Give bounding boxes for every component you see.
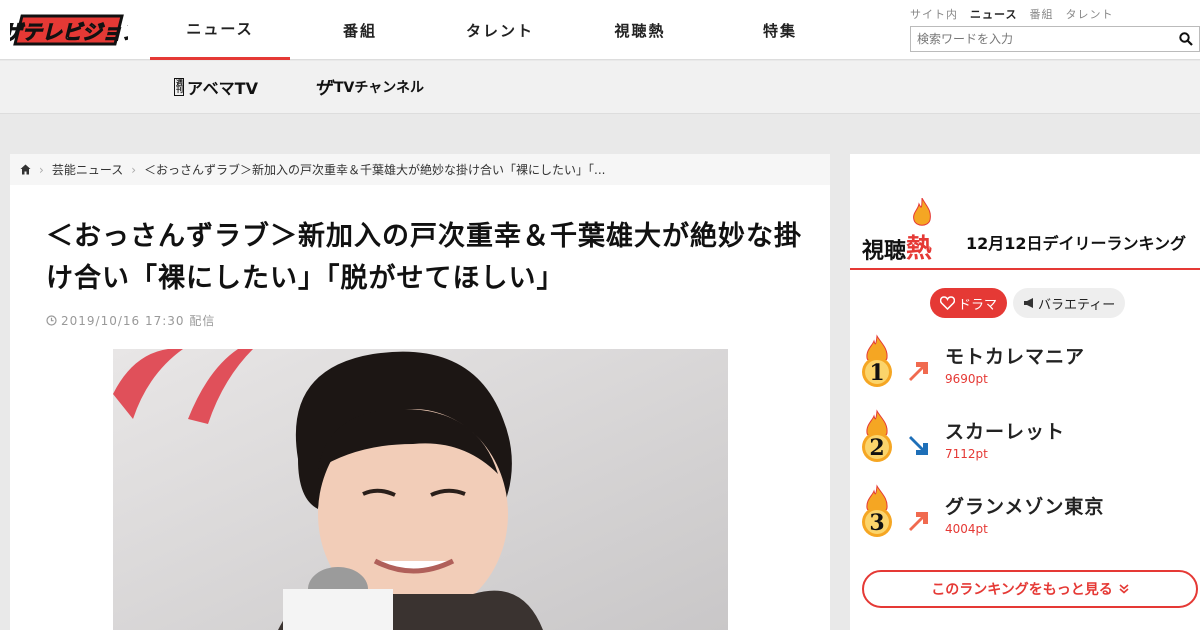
tab-drama[interactable]: ドラマ [930, 288, 1008, 318]
search-scope-news[interactable]: ニュース [970, 6, 1017, 22]
more-ranking-button[interactable]: このランキングをもっと見る [862, 570, 1198, 608]
search-scope-programs[interactable]: 番組 [1029, 6, 1053, 22]
sub-nav: 週刊 アベマTV ザ TVチャンネル [0, 61, 1200, 114]
rank-title: モトカレマニア [945, 346, 1086, 368]
rank-number: 3 [869, 510, 884, 536]
main-nav: ニュース 番組 タレント 視聴熱 特集 [150, 0, 850, 60]
rank-points: 7112pt [945, 447, 988, 461]
abema-weekly-label: 週刊 [174, 78, 184, 96]
abema-label: アベマTV [187, 79, 258, 98]
search-button[interactable] [1173, 27, 1199, 51]
logo-text: ザテレビジョン [10, 20, 128, 44]
search-scope-links: サイト内 ニュース 番組 タレント [910, 6, 1200, 22]
breadcrumb: › 芸能ニュース › ＜おっさんずラブ＞新加入の戸次重幸＆千葉雄大が絶妙な掛け合… [10, 154, 830, 185]
ranking-logo-hot: 熱 [906, 198, 933, 265]
rank-medal-icon: 3 [862, 484, 892, 537]
heart-icon [940, 296, 955, 310]
site-logo[interactable]: ザテレビジョン [10, 8, 128, 52]
rank-title: グランメゾン東京 [945, 496, 1105, 518]
ranking-logo-main: 視聴 [862, 239, 907, 264]
clock-icon [46, 315, 57, 326]
nav-item-ratings[interactable]: 視聴熱 [570, 0, 710, 60]
ranking-item[interactable]: 3 グランメゾン東京 4004pt [860, 484, 1190, 544]
tab-drama-label: ドラマ [958, 297, 998, 313]
search-icon [1179, 32, 1193, 46]
breadcrumb-item-category[interactable]: 芸能ニュース [52, 161, 123, 178]
abema-tv-link[interactable]: 週刊 アベマTV [174, 73, 258, 101]
nav-item-features[interactable]: 特集 [710, 0, 850, 60]
logo-mark: ザテレビジョン [10, 14, 128, 46]
rank-number: 2 [869, 435, 884, 461]
search-area: サイト内 ニュース 番組 タレント [910, 6, 1200, 52]
rank-points: 9690pt [945, 372, 988, 386]
nav-item-programs[interactable]: 番組 [290, 0, 430, 60]
home-icon[interactable] [20, 164, 31, 175]
nav-item-news[interactable]: ニュース [150, 0, 290, 60]
ranking-item[interactable]: 2 スカーレット 7112pt [860, 409, 1190, 469]
double-chevron-down-icon [1119, 584, 1129, 594]
rank-title: スカーレット [945, 421, 1066, 443]
ranking-logo: 視聴 熱 [862, 198, 933, 265]
search-input[interactable] [911, 27, 1173, 51]
breadcrumb-separator: › [39, 162, 44, 177]
trend-down-icon [909, 436, 928, 455]
ranking-header: 視聴 熱 12月12日デイリーランキング [850, 198, 1200, 270]
rank-points: 4004pt [945, 522, 988, 536]
breadcrumb-item-current: ＜おっさんずラブ＞新加入の戸次重幸＆千葉雄大が絶妙な掛け合い「裸にしたい」「..… [144, 163, 606, 177]
search-scope-label: サイト内 [910, 8, 958, 21]
trend-up-icon [909, 512, 928, 531]
article-card: › 芸能ニュース › ＜おっさんずラブ＞新加入の戸次重幸＆千葉雄大が絶妙な掛け合… [10, 154, 830, 630]
site-header: ザテレビジョン ニュース 番組 タレント 視聴熱 特集 サイト内 ニュース 番組… [0, 0, 1200, 60]
rank-number: 1 [869, 360, 884, 386]
article-photo-image [113, 349, 728, 630]
ranking-tabs: ドラマ バラエティー [930, 288, 1126, 318]
search-scope-talent[interactable]: タレント [1065, 6, 1113, 22]
tab-variety[interactable]: バラエティー [1013, 288, 1126, 318]
megaphone-icon [1024, 298, 1034, 308]
search-box [910, 26, 1200, 52]
more-ranking-label: このランキングをもっと見る [931, 582, 1113, 598]
rank-medal-icon: 1 [862, 334, 892, 387]
rank-medal-icon: 2 [862, 409, 892, 462]
article-title: ＜おっさんずラブ＞新加入の戸次重幸＆千葉雄大が絶妙な掛け合い「裸にしたい」「脱が… [46, 221, 802, 294]
article-date: 2019/10/16 17:30 配信 [46, 312, 215, 329]
ranking-logo-hot-text: 熱 [906, 234, 933, 264]
flame-icon [913, 198, 931, 226]
breadcrumb-separator: › [131, 162, 137, 177]
tab-variety-label: バラエティー [1038, 297, 1116, 313]
za-tv-label: TVチャンネル [334, 80, 424, 96]
za-tv-prefix: ザ [314, 78, 332, 99]
article-photo[interactable] [113, 349, 728, 630]
za-tv-channel-link[interactable]: ザ TVチャンネル [314, 73, 424, 101]
ranking-panel: 視聴 熱 12月12日デイリーランキング ドラマ バラエティー 1 モトカレマニ… [850, 154, 1200, 630]
ranking-item[interactable]: 1 モトカレマニア 9690pt [860, 334, 1190, 394]
article-date-text: 2019/10/16 17:30 配信 [61, 314, 216, 328]
trend-up-icon [909, 362, 928, 381]
ranking-subtitle: 12月12日デイリーランキング [966, 234, 1187, 253]
nav-item-talent[interactable]: タレント [430, 0, 570, 60]
